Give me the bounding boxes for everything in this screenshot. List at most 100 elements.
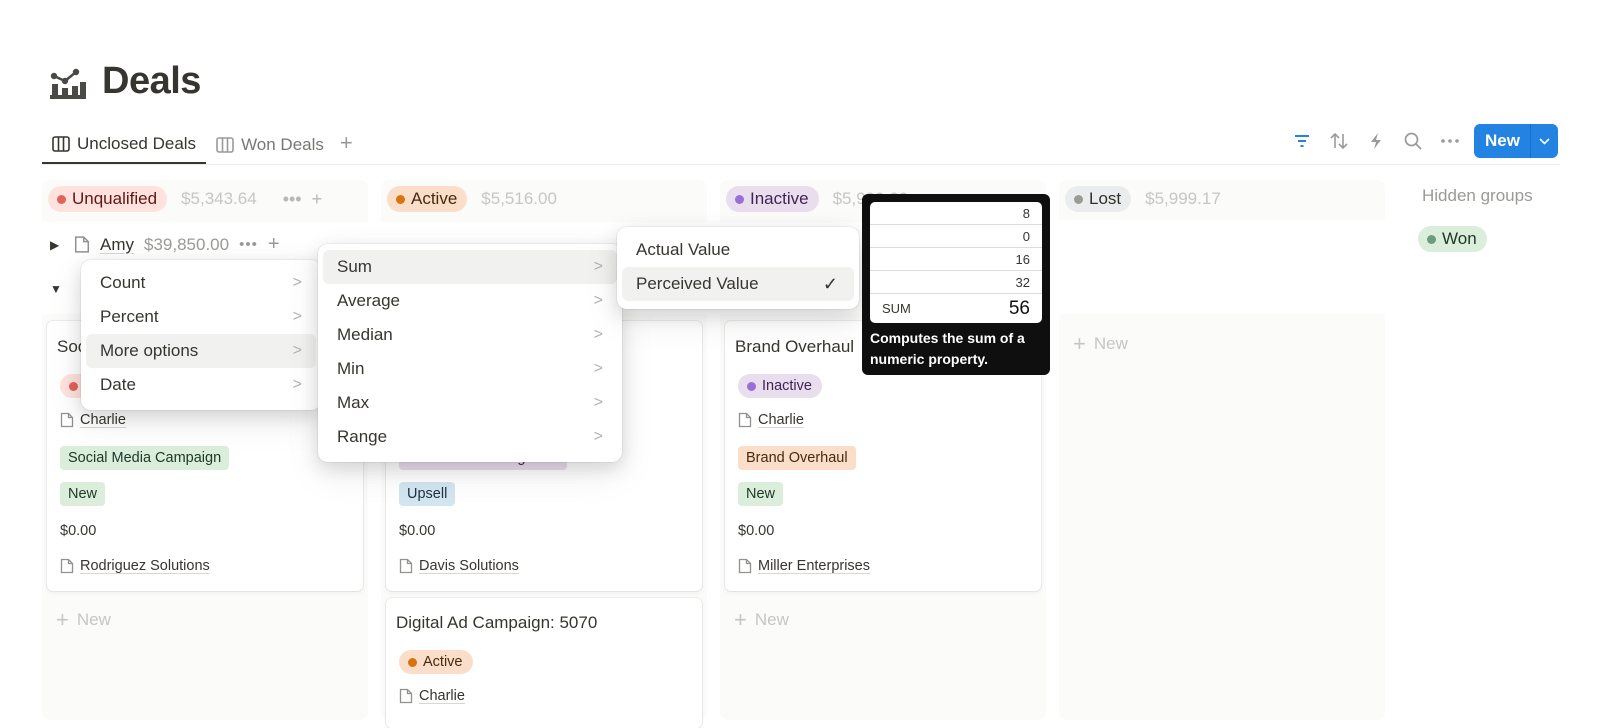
menu-item-actual-value[interactable]: Actual Value xyxy=(622,233,854,267)
board-icon xyxy=(52,136,70,152)
menu-item-label: Min xyxy=(337,359,365,378)
subgroup-name[interactable]: Amy xyxy=(100,235,134,255)
automation-icon[interactable] xyxy=(1357,125,1394,157)
status-label: Inactive xyxy=(762,378,812,394)
card-project: Brand Overhaul xyxy=(738,446,856,470)
chevron-right-icon: > xyxy=(292,376,302,393)
group-name: Won xyxy=(1442,229,1477,248)
menu-item-more-options[interactable]: More options > xyxy=(86,334,316,368)
new-button-label[interactable]: New xyxy=(1474,124,1530,158)
chevron-right-icon: > xyxy=(292,274,302,291)
status-dot xyxy=(1074,194,1083,204)
menu-item-label: Sum xyxy=(337,257,372,276)
status-dot xyxy=(396,194,405,204)
chevron-right-icon: > xyxy=(292,342,302,359)
owner-link[interactable]: Charlie xyxy=(419,688,465,704)
tab-won-deals[interactable]: Won Deals xyxy=(206,126,334,164)
column-header: Unqualified $5,343.64 ••• + xyxy=(48,186,322,212)
page-icon xyxy=(399,688,413,704)
plus-icon[interactable]: + xyxy=(268,233,280,256)
subgroup-amy[interactable]: ▶ Amy $39,850.00 ••• + xyxy=(50,233,280,256)
menu-item-label: Average xyxy=(337,291,401,310)
menu-item-median[interactable]: Median > xyxy=(323,318,617,352)
menu-item-label: Percent xyxy=(100,307,159,326)
menu-item-date[interactable]: Date > xyxy=(86,368,316,402)
tab-label: Unclosed Deals xyxy=(77,134,197,153)
column-sum[interactable]: $5,343.64 xyxy=(181,189,257,209)
add-new-card-lost[interactable]: + New xyxy=(1073,331,1128,357)
more-icon[interactable] xyxy=(1431,125,1468,157)
page-icon xyxy=(60,412,74,428)
status-dot xyxy=(747,381,756,391)
more-icon[interactable]: ••• xyxy=(283,189,302,210)
card-status: Active xyxy=(399,650,473,674)
chevron-right-icon: > xyxy=(593,258,603,275)
deal-card[interactable]: Digital Ad Campaign: 5070 Active Charlie xyxy=(386,598,702,728)
more-options-menu: Sum > Average > Median > Min > Max > Range > xyxy=(318,244,622,462)
menu-item-max[interactable]: Max > xyxy=(323,386,617,420)
project-tag: Social Media Campaign xyxy=(60,446,230,470)
card-owner: Charlie xyxy=(399,688,465,704)
triangle-down-icon[interactable]: ▼ xyxy=(50,282,64,296)
card-company: Rodriguez Solutions xyxy=(60,558,210,574)
owner-link[interactable]: Charlie xyxy=(80,412,126,428)
card-title: Brand Overhaul xyxy=(735,337,855,356)
column-header: Lost $5,999.17 xyxy=(1065,186,1221,212)
type-tag: New xyxy=(60,482,106,506)
column-name: Active xyxy=(411,189,458,208)
search-icon[interactable] xyxy=(1394,125,1431,157)
calculate-menu: Count > Percent > More options > Date > xyxy=(81,260,321,410)
menu-item-sum[interactable]: Sum > xyxy=(323,250,617,284)
hidden-group-won[interactable]: Won xyxy=(1418,226,1487,252)
triangle-right-icon[interactable]: ▶ xyxy=(50,238,64,252)
status-label: Active xyxy=(423,654,463,670)
add-new-label: New xyxy=(76,610,111,629)
menu-item-range[interactable]: Range > xyxy=(323,420,617,454)
chevron-right-icon: > xyxy=(593,326,603,343)
column-name: Unqualified xyxy=(72,189,158,208)
checkmark-icon: ✓ xyxy=(822,273,838,294)
chevron-right-icon: > xyxy=(292,308,302,325)
hidden-groups-label: Hidden groups xyxy=(1422,186,1533,205)
company-link[interactable]: Rodriguez Solutions xyxy=(80,558,210,574)
menu-item-perceived-value[interactable]: Perceived Value ✓ xyxy=(622,267,854,301)
add-new-card-inactive[interactable]: + New xyxy=(734,607,789,633)
owner-link[interactable]: Charlie xyxy=(758,412,804,428)
tab-unclosed-deals[interactable]: Unclosed Deals xyxy=(42,126,207,164)
tooltip-preview-table: 8 0 16 32 SUM 56 xyxy=(870,202,1042,323)
status-pill: Active xyxy=(399,650,473,674)
menu-item-label: Max xyxy=(337,393,370,412)
sum-label: SUM xyxy=(882,301,911,316)
plus-icon[interactable]: + xyxy=(312,189,323,210)
menu-item-percent[interactable]: Percent > xyxy=(86,300,316,334)
page-icon xyxy=(738,412,752,428)
view-tabs: Unclosed Deals Won Deals + xyxy=(42,126,359,164)
tooltip-sum-row: SUM 56 xyxy=(870,294,1042,323)
card-type: Upsell xyxy=(399,482,456,506)
menu-item-min[interactable]: Min > xyxy=(323,352,617,386)
page-title: Deals xyxy=(102,60,201,102)
tooltip-row: 8 xyxy=(870,202,1042,225)
filter-icon[interactable] xyxy=(1283,125,1320,157)
subgroup-sum[interactable]: $39,850.00 xyxy=(144,235,229,255)
tooltip-description: Computes the sum of a numeric property. xyxy=(870,330,1025,367)
add-new-card-unqualified[interactable]: + New xyxy=(56,607,111,633)
column-sum[interactable]: $5,999.17 xyxy=(1145,189,1221,209)
menu-item-average[interactable]: Average > xyxy=(323,284,617,318)
company-link[interactable]: Davis Solutions xyxy=(419,558,519,574)
menu-item-count[interactable]: Count > xyxy=(86,266,316,300)
add-view-button[interactable]: + xyxy=(334,130,359,156)
add-new-label: New xyxy=(754,610,789,629)
card-company: Miller Enterprises xyxy=(738,558,870,574)
company-link[interactable]: Miller Enterprises xyxy=(758,558,870,574)
more-icon[interactable]: ••• xyxy=(239,236,258,253)
sort-icon[interactable] xyxy=(1320,125,1357,157)
column-sum[interactable]: $5,516.00 xyxy=(481,189,557,209)
subgroup-collapsed-row[interactable]: ▼ xyxy=(50,282,64,296)
project-tag: Brand Overhaul xyxy=(738,446,856,470)
chevron-down-icon[interactable] xyxy=(1530,124,1558,158)
page-header: Deals xyxy=(48,60,201,103)
column-name: Lost xyxy=(1089,189,1122,208)
column-name: Inactive xyxy=(750,189,809,208)
menu-item-label: Count xyxy=(100,273,146,292)
